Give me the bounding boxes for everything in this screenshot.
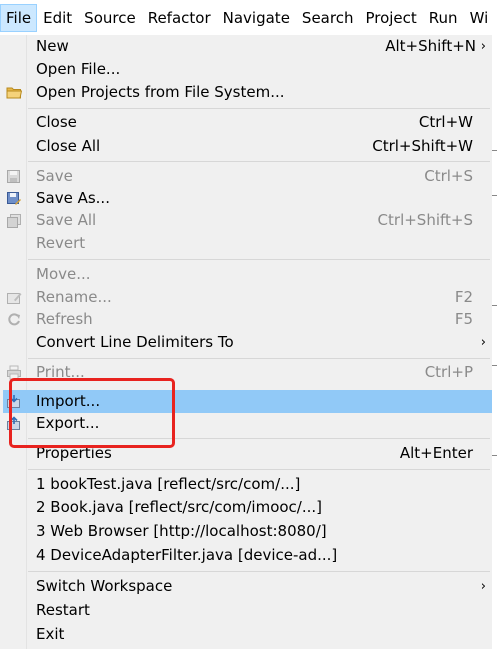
menu-window[interactable]: Wi — [464, 4, 495, 32]
menu-item-rename[interactable]: Rename... F2 — [0, 286, 492, 309]
menu-item-shortcut: Ctrl+S — [424, 167, 473, 185]
menu-item-exit[interactable]: Exit — [0, 623, 492, 646]
menu-item-label: Open Projects from File System... — [36, 83, 285, 101]
print-icon — [6, 365, 22, 380]
menu-item-shortcut: F5 — [454, 310, 473, 328]
save-all-icon — [6, 213, 22, 228]
menu-separator — [28, 571, 490, 572]
menu-item-shortcut: Ctrl+W — [418, 113, 473, 131]
file-menu-dropdown: New Alt+Shift+N › Open File... Open Proj… — [0, 35, 492, 649]
menu-item-label: Move... — [36, 265, 91, 283]
menu-item-label: Print... — [36, 363, 85, 381]
menu-item-convert-line-delimiters[interactable]: Convert Line Delimiters To › — [0, 331, 492, 354]
menu-item-revert[interactable]: Revert — [0, 232, 492, 255]
menu-item-label: New — [36, 37, 69, 55]
menu-item-label: Import... — [36, 392, 101, 410]
menu-item-label: Open File... — [36, 60, 121, 78]
rename-icon — [6, 290, 22, 305]
menu-item-import[interactable]: Import... — [3, 390, 492, 413]
save-as-icon — [6, 191, 22, 206]
menu-item-new[interactable]: New Alt+Shift+N › — [0, 35, 492, 58]
menu-separator — [28, 161, 490, 162]
menu-item-label: 2 Book.java [reflect/src/com/imooc/...] — [36, 498, 323, 516]
menu-item-switch-workspace[interactable]: Switch Workspace › — [0, 575, 492, 598]
recent-file-1[interactable]: 1 bookTest.java [reflect/src/com/...] — [0, 473, 492, 496]
menu-file[interactable]: File — [0, 3, 38, 32]
menu-item-shortcut: Alt+Enter — [399, 444, 473, 462]
menu-item-close-all[interactable]: Close All Ctrl+Shift+W — [0, 135, 492, 158]
refresh-icon — [6, 312, 22, 327]
menu-item-label: 1 bookTest.java [reflect/src/com/...] — [36, 475, 301, 493]
menu-run[interactable]: Run — [423, 4, 464, 32]
menu-search[interactable]: Search — [296, 4, 360, 32]
import-icon — [6, 394, 22, 409]
recent-file-3[interactable]: 3 Web Browser [http://localhost:8080/] — [0, 520, 492, 543]
menu-item-label: Switch Workspace — [36, 577, 173, 595]
menu-item-print[interactable]: Print... Ctrl+P — [0, 361, 492, 384]
submenu-arrow-icon: › — [480, 335, 486, 350]
menu-item-label: Close All — [36, 137, 101, 155]
recent-file-2[interactable]: 2 Book.java [reflect/src/com/imooc/...] — [0, 496, 492, 519]
menu-item-label: Save — [36, 167, 73, 185]
submenu-arrow-icon: › — [480, 39, 486, 54]
menu-item-shortcut: Ctrl+P — [424, 363, 473, 381]
menu-item-properties[interactable]: Properties Alt+Enter — [0, 442, 492, 465]
menu-item-shortcut: F2 — [454, 288, 473, 306]
submenu-arrow-icon: › — [480, 579, 486, 594]
export-icon — [6, 416, 22, 431]
menu-item-move[interactable]: Move... — [0, 263, 492, 286]
folder-icon — [6, 85, 23, 100]
menu-refactor[interactable]: Refactor — [142, 4, 217, 32]
menu-item-label: Save As... — [36, 189, 110, 207]
menu-item-refresh[interactable]: Refresh F5 — [0, 308, 492, 331]
menu-item-shortcut: Alt+Shift+N — [385, 37, 476, 55]
menu-project[interactable]: Project — [359, 4, 422, 32]
save-icon — [6, 169, 22, 184]
menu-item-open-file[interactable]: Open File... — [0, 58, 492, 81]
recent-file-4[interactable]: 4 DeviceAdapterFilter.java [device-ad...… — [0, 544, 492, 567]
menu-item-close[interactable]: Close Ctrl+W — [0, 111, 492, 134]
menu-item-open-projects[interactable]: Open Projects from File System... — [0, 81, 492, 104]
menu-separator — [28, 438, 490, 439]
menu-item-label: Refresh — [36, 310, 93, 328]
menu-item-label: 3 Web Browser [http://localhost:8080/] — [36, 522, 327, 540]
menu-item-save-as[interactable]: Save As... — [0, 187, 492, 210]
menu-item-label: Save All — [36, 211, 97, 229]
menu-item-shortcut: Ctrl+Shift+W — [372, 137, 473, 155]
menu-item-export[interactable]: Export... — [0, 412, 492, 435]
menu-source[interactable]: Source — [78, 4, 142, 32]
menu-item-label: Restart — [36, 601, 90, 619]
menu-item-save-all[interactable]: Save All Ctrl+Shift+S — [0, 209, 492, 232]
menu-item-label: Export... — [36, 414, 100, 432]
menu-item-restart[interactable]: Restart — [0, 599, 492, 622]
menu-item-label: Exit — [36, 625, 65, 643]
menu-edit[interactable]: Edit — [37, 4, 78, 32]
menu-separator — [28, 358, 490, 359]
menu-separator — [28, 469, 490, 470]
menu-navigate[interactable]: Navigate — [217, 4, 296, 32]
menu-bar: File Edit Source Refactor Navigate Searc… — [0, 0, 497, 35]
menu-item-save[interactable]: Save Ctrl+S — [0, 165, 492, 188]
menu-item-shortcut: Ctrl+Shift+S — [377, 211, 473, 229]
menu-item-label: Rename... — [36, 288, 112, 306]
menu-item-label: Properties — [36, 444, 112, 462]
menu-item-label: Convert Line Delimiters To — [36, 333, 234, 351]
menu-item-label: Revert — [36, 234, 86, 252]
menu-item-label: Close — [36, 113, 77, 131]
menu-separator — [28, 259, 490, 260]
menu-item-label: 4 DeviceAdapterFilter.java [device-ad...… — [36, 546, 338, 564]
background-editor-strip — [492, 35, 497, 649]
menu-separator — [28, 108, 490, 109]
